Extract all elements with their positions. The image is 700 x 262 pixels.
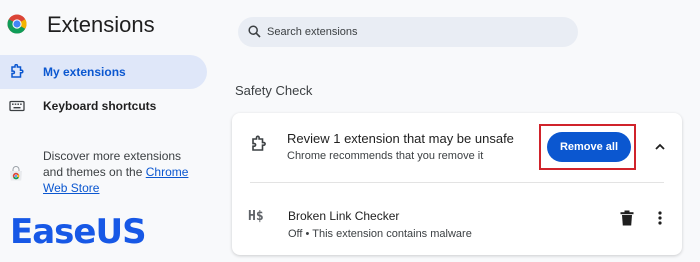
- search-box[interactable]: [238, 17, 578, 47]
- sidebar-item-keyboard-shortcuts[interactable]: Keyboard shortcuts: [0, 89, 207, 123]
- easeus-watermark-logo: EaseUS: [10, 212, 147, 252]
- puzzle-warning-icon: [252, 135, 266, 151]
- keyboard-icon: [9, 100, 25, 112]
- divider: [250, 182, 664, 183]
- extension-name: Broken Link Checker: [288, 209, 400, 223]
- sidebar-item-label: Keyboard shortcuts: [43, 99, 157, 113]
- search-icon: [248, 25, 261, 38]
- trash-icon[interactable]: [620, 210, 634, 226]
- page-title: Extensions: [47, 12, 155, 37]
- more-vert-icon[interactable]: [656, 210, 664, 226]
- safety-check-heading: Review 1 extension that may be unsafe: [287, 131, 514, 146]
- search-input[interactable]: [267, 17, 567, 47]
- puzzle-icon: [11, 64, 24, 78]
- sidebar-item-my-extensions[interactable]: My extensions: [0, 55, 207, 89]
- safety-check-subtext: Chrome recommends that you remove it: [287, 150, 484, 162]
- section-title-safety-check: Safety Check: [235, 83, 313, 98]
- discover-text: Discover more extensions and themes on t…: [43, 148, 203, 196]
- remove-all-button[interactable]: Remove all: [547, 132, 631, 162]
- chrome-logo-icon: [7, 14, 27, 34]
- extension-status: Off • This extension contains malware: [288, 228, 472, 240]
- safety-check-card: Review 1 extension that may be unsafe Ch…: [232, 113, 682, 255]
- chevron-up-icon[interactable]: [654, 141, 666, 153]
- extension-icon: H$: [248, 209, 264, 224]
- sidebar-item-label: My extensions: [43, 65, 126, 79]
- chrome-web-store-icon: [10, 166, 22, 181]
